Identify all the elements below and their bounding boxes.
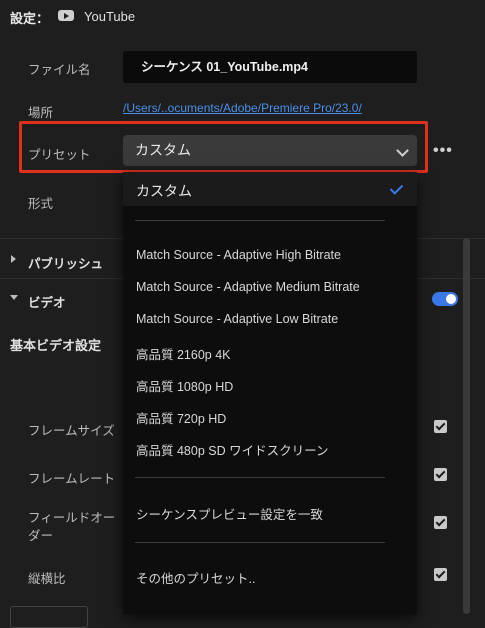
preset-highlight-box xyxy=(19,121,428,173)
basic-video-settings-title: 基本ビデオ設定 xyxy=(10,338,102,353)
dropdown-item[interactable]: 高品質 1080p HD xyxy=(136,376,233,395)
frame-rate-label: フレームレート xyxy=(28,472,116,486)
dropdown-item-more-presets[interactable]: その他のプリセット.. xyxy=(136,568,255,587)
menu-separator xyxy=(135,542,385,543)
dropdown-item[interactable]: Match Source - Adaptive Medium Bitrate xyxy=(136,280,360,294)
preset-dropdown-menu: カスタム Match Source - Adaptive High Bitrat… xyxy=(123,172,417,614)
location-link[interactable]: /Users/..ocuments/Adobe/Premiere Pro/23.… xyxy=(123,101,362,115)
expand-icon[interactable] xyxy=(11,255,16,263)
collapse-icon[interactable] xyxy=(10,295,18,300)
format-label: 形式 xyxy=(28,197,54,211)
frame-rate-match-checkbox[interactable] xyxy=(434,468,447,481)
menu-separator xyxy=(135,477,385,478)
scrollbar[interactable] xyxy=(463,238,470,614)
field-order-label: フィールドオー ダー xyxy=(28,511,116,543)
settings-title: 設定： xyxy=(10,11,50,26)
section-publish[interactable]: パブリッシュ xyxy=(28,253,103,272)
dropdown-item-label: カスタム xyxy=(136,183,192,199)
aspect-match-checkbox[interactable] xyxy=(434,568,447,581)
youtube-icon xyxy=(58,10,74,21)
dropdown-item[interactable]: 高品質 480p SD ワイドスクリーン xyxy=(136,440,328,459)
platform-label: YouTube xyxy=(84,9,136,24)
filename-label: ファイル名 xyxy=(28,63,91,77)
section-video[interactable]: ビデオ xyxy=(28,292,66,311)
aspect-label: 縦横比 xyxy=(28,572,66,586)
dropdown-item[interactable]: 高品質 720p HD xyxy=(136,408,226,427)
filename-field[interactable]: シーケンス 01_YouTube.mp4 xyxy=(123,51,417,83)
video-toggle[interactable] xyxy=(432,292,458,306)
dropdown-item[interactable]: 高品質 2160p 4K xyxy=(136,344,231,363)
dropdown-item-selected[interactable]: カスタム xyxy=(123,172,417,206)
more-options-icon[interactable]: ••• xyxy=(433,142,453,160)
dropdown-item[interactable]: Match Source - Adaptive High Bitrate xyxy=(136,248,341,262)
frame-size-label: フレームサイズ xyxy=(28,424,115,438)
location-label: 場所 xyxy=(28,106,54,120)
menu-separator xyxy=(135,220,385,221)
frame-size-match-checkbox[interactable] xyxy=(434,420,447,433)
dropdown-item[interactable]: Match Source - Adaptive Low Bitrate xyxy=(136,312,338,326)
checkmark-icon xyxy=(389,181,404,195)
dropdown-item-match-sequence[interactable]: シーケンスプレビュー設定を一致 xyxy=(136,504,323,523)
field-order-match-checkbox[interactable] xyxy=(434,516,447,529)
partial-button[interactable] xyxy=(10,606,88,628)
